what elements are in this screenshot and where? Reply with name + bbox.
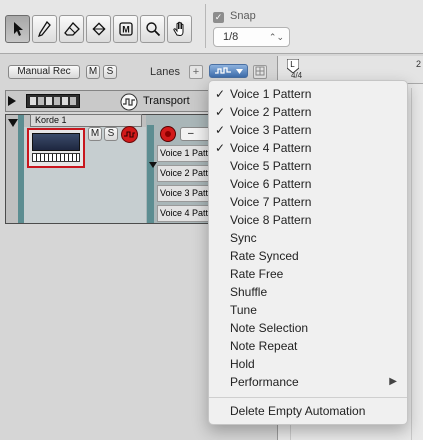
menu-item[interactable]: Voice 7 Pattern [209, 193, 409, 211]
korde-mute-button[interactable]: M [88, 127, 102, 141]
menu-item-label: Voice 6 Pattern [230, 177, 312, 191]
menu-item[interactable]: Performance ▶ [209, 373, 409, 391]
menu-separator [209, 397, 407, 398]
transport-track-name: Transport [143, 95, 190, 107]
lanes-label: Lanes [150, 66, 180, 78]
menu-item-label: Voice 4 Pattern [230, 141, 312, 155]
submenu-arrow-icon: ▶ [389, 376, 397, 387]
magnify-icon [145, 22, 160, 37]
menu-item[interactable]: Delete Empty Automation [209, 402, 409, 420]
menu-item[interactable]: Note Repeat [209, 337, 409, 355]
checkmark-icon: ✓ [214, 105, 226, 119]
menu-item[interactable]: ✓ Voice 4 Pattern [209, 139, 409, 157]
collapse-triangle-icon[interactable] [8, 119, 18, 127]
checkmark-icon: ✓ [214, 123, 226, 137]
menu-item[interactable]: Shuffle [209, 283, 409, 301]
master-mute-button[interactable]: M [86, 65, 100, 79]
automation-lanes-dropdown[interactable] [209, 64, 248, 78]
menu-item-label: Voice 8 Pattern [230, 213, 312, 227]
menu-item-label: Shuffle [230, 285, 268, 299]
grid-icon [255, 66, 265, 76]
razor-icon [91, 22, 106, 36]
menu-item-label: Delete Empty Automation [230, 404, 366, 418]
hand-tool-button[interactable] [167, 15, 192, 43]
menu-item-label: Note Repeat [230, 339, 298, 353]
snap-checkbox[interactable]: ✓ [213, 12, 224, 23]
mute-tool-button[interactable]: M [113, 15, 138, 43]
hand-icon [172, 21, 183, 37]
eraser-icon [63, 22, 80, 36]
lane-record-icon[interactable] [160, 126, 176, 142]
menu-item[interactable]: Note Selection [209, 319, 409, 337]
grid-line [411, 88, 412, 440]
menu-item[interactable]: ✓ Voice 1 Pattern [209, 85, 409, 103]
checkmark-icon: ✓ [214, 87, 226, 101]
mute-tool-icon: M [118, 22, 133, 36]
menu-item-label: Performance [230, 375, 299, 389]
menu-item-label: Voice 2 Pattern [230, 105, 312, 119]
menu-item[interactable]: Rate Synced [209, 247, 409, 265]
menu-item[interactable]: ✓ Voice 2 Pattern [209, 103, 409, 121]
snap-value: 1/8 [223, 31, 239, 43]
korde-device-thumbnail[interactable] [27, 128, 85, 168]
eraser-tool-button[interactable] [59, 15, 84, 43]
select-arrow-icon [13, 22, 23, 36]
menu-item-label: Sync [230, 231, 257, 245]
chevron-updown-icon: ⌃⌄ [268, 32, 284, 42]
automation-lanes-menu: ✓ Voice 1 Pattern ✓ Voice 2 Pattern ✓ Voice 3… [208, 80, 408, 425]
menu-item-label: Voice 1 Pattern [230, 87, 312, 101]
bar-2-label: 2 [416, 59, 422, 69]
menu-item[interactable]: Sync [209, 229, 409, 247]
pencil-icon [37, 21, 51, 37]
menu-item[interactable]: Hold [209, 355, 409, 373]
lane-parameter-value: – [188, 128, 194, 139]
device-keyboard [32, 153, 80, 162]
menu-item-label: Note Selection [230, 321, 309, 335]
razor-tool-button[interactable] [86, 15, 111, 43]
toolbar: M ✓ Snap 1/8 ⌃⌄ [0, 0, 423, 54]
menu-item-label: Voice 5 Pattern [230, 159, 312, 173]
snap-value-select[interactable]: 1/8 ⌃⌄ [213, 27, 290, 47]
menu-item[interactable]: Voice 5 Pattern [209, 157, 409, 175]
korde-solo-button[interactable]: S [104, 127, 118, 141]
snap-label: Snap [230, 10, 256, 22]
chevron-down-icon [236, 68, 243, 74]
record-enable-icon[interactable] [121, 126, 138, 143]
master-solo-button[interactable]: S [103, 65, 117, 79]
lane-collapse-triangle-icon[interactable] [149, 162, 157, 168]
lane-track-strip [147, 125, 154, 223]
add-lane-button[interactable]: + [189, 65, 203, 79]
menu-item-label: Rate Synced [230, 249, 299, 263]
time-signature-label: 4/4 [291, 71, 303, 80]
menu-item[interactable]: ✓ Voice 3 Pattern [209, 121, 409, 139]
menu-item[interactable]: Voice 8 Pattern [209, 211, 409, 229]
menu-item-label: Voice 7 Pattern [230, 195, 312, 209]
select-arrow-tool-button[interactable] [5, 15, 30, 43]
checkmark-icon: ✓ [214, 141, 226, 155]
device-screen [32, 133, 80, 151]
toolbar-divider [205, 4, 206, 48]
menu-item-label: Voice 3 Pattern [230, 123, 312, 137]
tool-group: M [5, 15, 202, 43]
expand-triangle-icon[interactable] [8, 96, 16, 106]
magnify-tool-button[interactable] [140, 15, 165, 43]
manual-rec-button[interactable]: Manual Rec [8, 65, 80, 79]
svg-text:M: M [122, 25, 130, 35]
lane-options-button[interactable] [253, 65, 267, 79]
transport-automation-icon [120, 93, 138, 111]
menu-item-label: Hold [230, 357, 255, 371]
pencil-tool-button[interactable] [32, 15, 57, 43]
menu-item[interactable]: Voice 6 Pattern [209, 175, 409, 193]
automation-wave-icon [215, 67, 231, 74]
menu-item-label: Tune [230, 303, 257, 317]
transport-device-thumbnail [26, 94, 80, 108]
menu-item[interactable]: Rate Free [209, 265, 409, 283]
menu-item[interactable]: Tune [209, 301, 409, 319]
svg-text:L: L [290, 60, 295, 69]
menu-item-label: Rate Free [230, 267, 284, 281]
